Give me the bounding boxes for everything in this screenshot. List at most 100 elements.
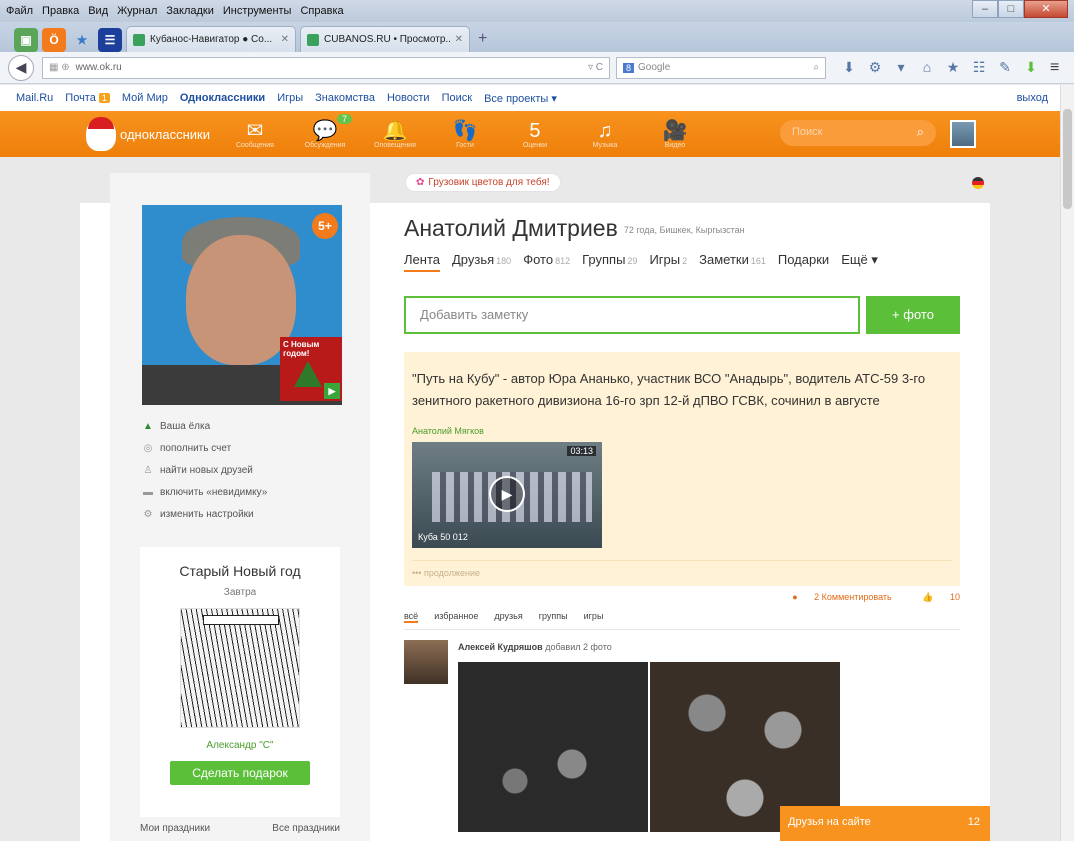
search-engine-icon[interactable]: 8 [623, 62, 635, 73]
news-link[interactable]: Новости [387, 92, 430, 104]
extension-arrow-icon[interactable]: ⬇ [1018, 59, 1044, 76]
page-scrollbar[interactable] [1060, 85, 1074, 841]
profile-tab[interactable]: Заметки 161 [699, 252, 766, 272]
bookmark-star-icon[interactable]: ★ [940, 59, 966, 76]
menu-help[interactable]: Справка [300, 5, 343, 17]
search-link[interactable]: Поиск [442, 92, 472, 104]
hamburger-menu-icon[interactable]: ≡ [1050, 59, 1059, 77]
mailru-link[interactable]: Mail.Ru [16, 92, 53, 104]
profile-photo[interactable]: 5+ С Новым годом! ▶ [142, 205, 342, 405]
add-photo-button[interactable]: + фото [866, 296, 960, 334]
mail-link-label: Почта [65, 92, 96, 104]
chevron-down-icon[interactable]: ▾ [888, 59, 914, 76]
menu-item-topup[interactable]: ◎ пополнить счет [142, 437, 267, 459]
pinned-tab-green-icon[interactable]: ▣ [14, 28, 38, 52]
add-note-input[interactable]: Добавить заметку [404, 296, 860, 334]
pinned-tab-ok-icon[interactable]: Ö [42, 28, 66, 52]
moimir-link[interactable]: Мой Мир [122, 92, 168, 104]
ok-nav-video[interactable]: 🎥 Видео [640, 120, 710, 149]
dating-link[interactable]: Знакомства [315, 92, 375, 104]
ok-logo[interactable]: одноклассники [86, 117, 210, 151]
ok-nav-music[interactable]: ♫ Музыка [570, 120, 640, 149]
read-more-link[interactable]: ••• продолжение [412, 560, 952, 586]
ok-nav-envelope[interactable]: ✉ Сообщения [220, 120, 290, 149]
pocket-icon[interactable]: ✎ [992, 59, 1018, 76]
games-link[interactable]: Игры [277, 92, 303, 104]
reload-icon[interactable]: ▿ C [588, 62, 603, 73]
menu-edit[interactable]: Правка [42, 5, 79, 17]
logout-link[interactable]: выход [1017, 92, 1048, 104]
ok-search-input[interactable]: Поиск ⌕ [780, 120, 936, 146]
minimize-button[interactable]: – [972, 0, 998, 18]
make-gift-button[interactable]: Сделать подарок [170, 761, 310, 785]
back-button[interactable]: ◀ [8, 54, 34, 81]
profile-tab[interactable]: Фото 812 [523, 252, 570, 272]
site-identity-icon[interactable]: ▦ ⊕ [49, 62, 70, 73]
user-avatar[interactable] [950, 120, 976, 148]
holiday-gift-image[interactable] [180, 608, 300, 728]
play-icon[interactable]: ▶ [324, 383, 340, 399]
browser-tab[interactable]: CUBANOS.RU • Просмотр... ✕ [300, 26, 470, 52]
menu-item-settings[interactable]: ⚙ изменить настройки [142, 503, 267, 525]
feed-photo[interactable] [458, 662, 648, 832]
language-flag-icon[interactable] [972, 177, 984, 189]
scrollbar-thumb[interactable] [1063, 109, 1072, 209]
maximize-button[interactable]: □ [998, 0, 1024, 18]
search-bar[interactable]: 8 Google ⌕ [616, 56, 826, 79]
ok-nav-guests[interactable]: 👣 Гости [430, 120, 500, 149]
play-icon[interactable]: ▶ [489, 476, 525, 512]
feed-author-avatar[interactable] [404, 640, 448, 684]
profile-tab[interactable]: Игры 2 [649, 252, 687, 272]
profile-tab[interactable]: Подарки [778, 252, 829, 272]
profile-tab[interactable]: Лента [404, 252, 440, 272]
menu-item-tree[interactable]: ▲ Ваша ёлка [142, 415, 267, 437]
menu-file[interactable]: Файл [6, 5, 33, 17]
holiday-person[interactable]: Александр "С" [140, 740, 340, 751]
url-bar[interactable]: ▦ ⊕ www.ok.ru ▿ C [42, 56, 610, 79]
odnoklassniki-link[interactable]: Одноклассники [180, 92, 265, 104]
home-icon[interactable]: ⌂ [914, 59, 940, 76]
filter-favorites[interactable]: избранное [434, 611, 478, 623]
menu-history[interactable]: Журнал [117, 5, 157, 17]
new-year-card[interactable]: С Новым годом! ▶ [280, 337, 342, 401]
mail-link[interactable]: Почта 1 [65, 92, 110, 104]
browser-tab[interactable]: Кубанос-Навигатор ● Co... ✕ [126, 26, 296, 52]
all-holidays-link[interactable]: Все праздники [272, 823, 340, 834]
profile-tab[interactable]: Друзья 180 [452, 252, 511, 272]
friends-online-panel[interactable]: Друзья на сайте 12 [780, 806, 990, 841]
close-tab-icon[interactable]: ✕ [281, 34, 289, 45]
search-icon[interactable]: ⌕ [917, 124, 924, 140]
profile-tab[interactable]: Группы 29 [582, 252, 637, 272]
ok-nav-discussions[interactable]: 💬 Обсуждения 7 [290, 113, 360, 149]
like-button[interactable]: 👍 10 [908, 592, 960, 602]
menu-bookmarks[interactable]: Закладки [166, 5, 214, 17]
profile-tab[interactable]: Ещё ▾ [841, 252, 878, 272]
menu-item-invisible[interactable]: ▬ включить «невидимку» [142, 481, 267, 503]
menu-tools[interactable]: Инструменты [223, 5, 292, 17]
new-tab-button[interactable]: + [478, 30, 487, 48]
menu-item-find-friends[interactable]: ♙ найти новых друзей [142, 459, 267, 481]
comment-button[interactable]: ● 2 Комментировать [778, 592, 892, 602]
close-tab-icon[interactable]: ✕ [455, 34, 463, 45]
gift-banner[interactable]: ✿ Грузовик цветов для тебя! [405, 173, 561, 192]
filter-all[interactable]: всё [404, 611, 419, 623]
ok-nav-rating[interactable]: 5 Оценки [500, 120, 570, 149]
ok-nav-bell[interactable]: 🔔 Оповещения [360, 120, 430, 149]
pinned-tab-star-icon[interactable]: ★ [70, 28, 94, 52]
bookmarks-list-icon[interactable]: ☷ [966, 59, 992, 76]
filter-games[interactable]: игры [584, 611, 604, 623]
pinned-tab-flag-icon[interactable]: ☰ [98, 28, 122, 52]
filter-friends[interactable]: друзья [494, 611, 522, 623]
search-icon[interactable]: ⌕ [813, 62, 819, 73]
feed-author[interactable]: Алексей Кудряшов [458, 642, 543, 652]
menu-view[interactable]: Вид [88, 5, 108, 17]
note-text[interactable]: "Путь на Кубу" - автор Юра Ананько, учас… [412, 368, 952, 412]
all-projects-link[interactable]: Все проекты ▾ [484, 92, 557, 105]
close-window-button[interactable]: ✕ [1024, 0, 1068, 18]
addon-icon[interactable]: ⚙ [862, 59, 888, 76]
note-author[interactable]: Анатолий Мягков [412, 426, 952, 436]
filter-groups[interactable]: группы [539, 611, 568, 623]
my-holidays-link[interactable]: Мои праздники [140, 823, 210, 834]
download-icon[interactable]: ⬇ [836, 59, 862, 76]
video-thumbnail[interactable]: 03:13 ▶ Куба 50 012 [412, 442, 602, 548]
